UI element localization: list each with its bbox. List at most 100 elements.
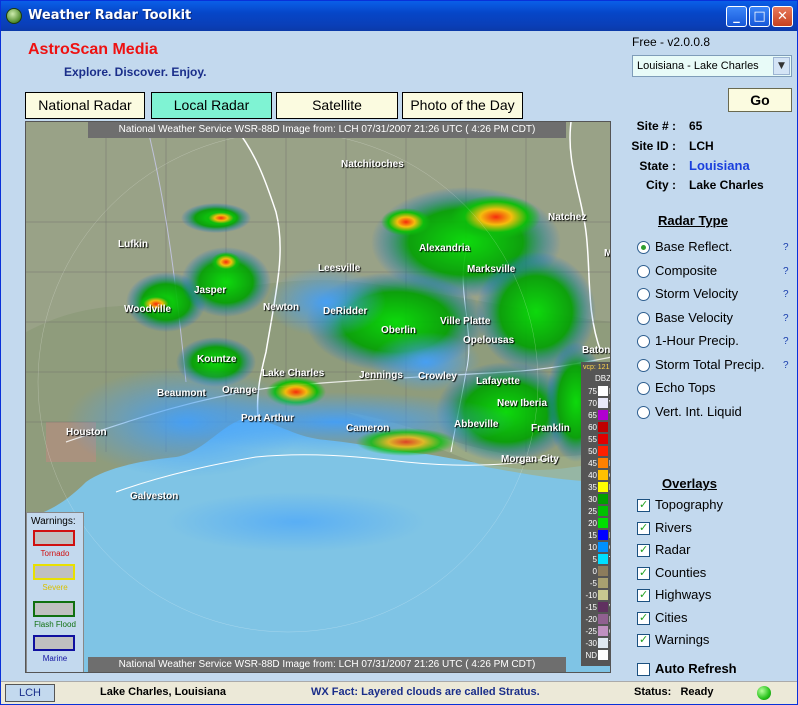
- radar-type-radio[interactable]: [637, 264, 650, 278]
- auto-refresh-checkbox[interactable]: [637, 663, 650, 676]
- help-icon[interactable]: ?: [783, 289, 789, 300]
- dbz-legend: vcp: 121 DBZ 75H70V65Y60555045M40O35D302…: [581, 362, 610, 666]
- auto-refresh-label: Auto Refresh: [655, 661, 737, 676]
- city-label: Natchitoches: [341, 159, 404, 170]
- site-id-label: Site ID :: [631, 139, 676, 153]
- wx-fact: WX Fact: Layered clouds are called Strat…: [311, 686, 540, 698]
- radar-type-label[interactable]: Storm Velocity: [655, 286, 738, 301]
- legend-letter: T: [609, 554, 610, 565]
- legend-row: 30: [581, 494, 610, 505]
- tab-national-radar[interactable]: National Radar: [25, 92, 145, 119]
- close-button[interactable]: ✕: [772, 6, 793, 27]
- legend-swatch: [598, 614, 608, 624]
- go-button[interactable]: Go: [728, 88, 792, 112]
- city-label: Orange: [222, 385, 258, 396]
- legend-row: -30 T: [581, 638, 610, 649]
- city-label: Galveston: [130, 491, 179, 502]
- flash-flood-label: Flash Flood: [34, 620, 76, 629]
- legend-letter: D: [609, 482, 610, 493]
- legend-row: 20: [581, 518, 610, 529]
- radar-type-radio[interactable]: [637, 382, 650, 395]
- legend-row: 25: [581, 506, 610, 517]
- maximize-button[interactable]: □: [749, 6, 770, 27]
- legend-swatch: [598, 410, 608, 420]
- overlay-label: Radar: [655, 542, 691, 557]
- overlay-checkbox[interactable]: [637, 611, 650, 625]
- legend-value: 75: [588, 387, 597, 396]
- radar-type-label[interactable]: Vert. Int. Liquid: [655, 404, 742, 419]
- help-icon[interactable]: ?: [783, 360, 789, 371]
- radar-type-label[interactable]: Composite: [655, 263, 717, 278]
- overlay-checkbox[interactable]: [637, 566, 650, 580]
- legend-value: -20: [585, 615, 597, 624]
- legend-letter: G: [609, 542, 610, 553]
- legend-row: ND: [581, 650, 610, 661]
- legend-letter: L: [609, 530, 610, 541]
- legend-row: 0: [581, 566, 610, 577]
- tab-photo-of-the-day[interactable]: Photo of the Day: [402, 92, 523, 119]
- app-globe-icon: [6, 8, 22, 24]
- overlay-checkbox[interactable]: [637, 521, 650, 535]
- help-icon[interactable]: ?: [783, 336, 789, 347]
- title-bar[interactable]: Weather Radar Toolkit _ □ ✕: [1, 1, 797, 31]
- overlay-checkbox[interactable]: [637, 543, 650, 557]
- city-label: Houston: [66, 427, 107, 438]
- legend-row: 60: [581, 422, 610, 433]
- overlay-checkbox[interactable]: [637, 498, 650, 512]
- legend-swatch: [598, 566, 608, 576]
- legend-row: -25 G: [581, 626, 610, 637]
- marine-swatch: [33, 635, 75, 651]
- radar-type-radio[interactable]: [637, 335, 650, 348]
- chevron-down-icon[interactable]: ▼: [773, 57, 790, 75]
- legend-row: 15 L: [581, 530, 610, 541]
- city-label: Morgan City: [501, 454, 559, 465]
- overlay-label: Counties: [655, 564, 707, 580]
- legend-letter: Y: [609, 410, 610, 421]
- radar-type-radio[interactable]: [637, 288, 650, 301]
- radar-type-label[interactable]: Echo Tops: [655, 380, 715, 395]
- legend-row: 40 O: [581, 470, 610, 481]
- radar-type-radio[interactable]: [637, 358, 650, 372]
- overlay-label: Rivers: [655, 519, 692, 535]
- city-label: Leesville: [318, 263, 361, 274]
- city-label: DeRidder: [323, 306, 368, 317]
- legend-row: -10: [581, 590, 610, 601]
- help-icon[interactable]: ?: [783, 313, 789, 324]
- tab-satellite[interactable]: Satellite: [276, 92, 398, 119]
- legend-row: -15 V: [581, 602, 610, 613]
- legend-value: ND: [585, 651, 597, 660]
- legend-value: 65: [588, 411, 597, 420]
- city-label: Jennings: [359, 370, 403, 381]
- version-label: Free - v2.0.0.8: [632, 35, 711, 49]
- minimize-button[interactable]: _: [726, 6, 747, 27]
- legend-swatch: [598, 626, 608, 636]
- city-label: Woodville: [124, 304, 172, 315]
- radar-type-label[interactable]: Base Velocity: [655, 310, 733, 325]
- city-label: Lake Charles: [262, 368, 325, 379]
- legend-swatch: [598, 530, 608, 540]
- legend-swatch: [598, 518, 608, 528]
- radar-type-radio[interactable]: [637, 405, 650, 419]
- state-value: Louisiana: [689, 158, 750, 173]
- help-icon[interactable]: ?: [783, 242, 789, 253]
- radar-type-label[interactable]: Base Reflect.: [655, 239, 732, 254]
- help-icon[interactable]: ?: [783, 266, 789, 277]
- tornado-label: Tornado: [40, 549, 70, 558]
- city-label: Baton Rouge: [582, 345, 611, 356]
- radar-type-label[interactable]: Storm Total Precip.: [655, 357, 765, 372]
- legend-value: 15: [588, 531, 597, 540]
- radar-type-radio[interactable]: [637, 311, 650, 325]
- legend-row: 10 G: [581, 542, 610, 553]
- site-select[interactable]: Louisiana - Lake Charles ▼: [632, 55, 792, 77]
- radar-type-label[interactable]: 1-Hour Precip.: [655, 333, 739, 348]
- radar-map[interactable]: National Weather Service WSR-88D Image f…: [25, 121, 611, 673]
- overlay-checkbox[interactable]: [637, 633, 650, 647]
- tab-local-radar[interactable]: Local Radar: [151, 92, 272, 119]
- legend-swatch: [598, 470, 608, 480]
- city-label: Cameron: [346, 423, 390, 434]
- city-label: Jasper: [194, 285, 227, 296]
- legend-swatch: [598, 494, 608, 504]
- overlay-checkbox[interactable]: [637, 588, 650, 602]
- radar-type-radio[interactable]: [637, 241, 650, 254]
- legend-value: 5: [592, 555, 597, 564]
